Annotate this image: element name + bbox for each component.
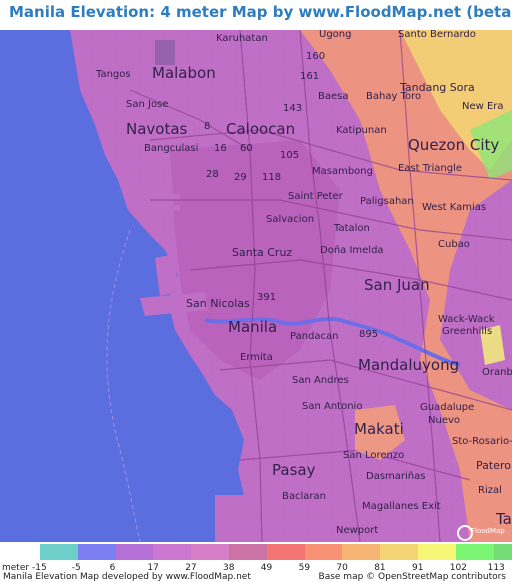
road-label: 161 (300, 71, 320, 82)
pier (135, 194, 180, 200)
place-label: Manila (228, 318, 278, 336)
legend-swatch (77, 544, 116, 560)
place-label: Nuevo (428, 415, 461, 426)
place-label: Cubao (438, 239, 470, 250)
place-label: Greenhills (442, 326, 493, 337)
place-label: Caloocan (226, 120, 296, 138)
place-label: Pandacan (290, 331, 339, 342)
place-label: Bahay Toro (366, 91, 422, 102)
place-label: San Juan (364, 276, 430, 294)
place-label: Santo Bernardo (398, 30, 476, 40)
elevation-legend: meter -15 -5 6 17 27 38 49 59 70 81 91 102 113 Manil… (0, 542, 512, 582)
place-label: Ta (496, 510, 512, 528)
fishpond (155, 40, 175, 65)
road-label: 391 (257, 292, 277, 303)
place-label: San Jose (126, 99, 169, 110)
reclaimed-land (215, 495, 255, 542)
place-label: New Era (462, 101, 504, 112)
place-label: Doña Imelda (320, 245, 384, 256)
place-label: Tatalon (334, 223, 370, 234)
legend-swatch (455, 544, 494, 560)
place-label: Guadalupe (420, 402, 475, 413)
place-label: Paligsahan (360, 196, 414, 207)
place-label: Makati (354, 420, 404, 438)
place-label: Oranbo (482, 367, 512, 378)
place-label: Masambong (312, 166, 373, 177)
place-label: San Andres (292, 375, 349, 386)
road-label: 105 (280, 150, 300, 161)
pier (140, 205, 180, 211)
legend-tick: 49 (260, 563, 273, 573)
place-label: Baesa (318, 91, 349, 102)
map-canvas (0, 30, 512, 542)
place-label: San Lorenzo (343, 450, 405, 461)
road-label: 895 (359, 329, 379, 340)
map-title: Manila Elevation: 4 meter Map by www.Flo… (9, 3, 512, 21)
place-label: Tangos (96, 69, 131, 80)
footer-attribution: Base map © OpenStreetMap contributors (318, 572, 506, 582)
place-label: Saint Peter (288, 191, 343, 202)
legend-swatch (266, 544, 305, 560)
legend-swatch (380, 544, 419, 560)
place-label: Santa Cruz (232, 246, 293, 259)
place-label: Navotas (126, 120, 188, 138)
legend-swatch (40, 544, 78, 560)
legend-swatch (342, 544, 381, 560)
legend-swatch (493, 544, 512, 560)
road-label: 60 (240, 143, 253, 154)
title-bar: Manila Elevation: 4 meter Map by www.Flo… (0, 0, 512, 30)
legend-swatch (304, 544, 343, 560)
place-label: Quezon City (408, 136, 500, 154)
place-label: Patero (476, 459, 511, 472)
legend-tick: 59 (298, 563, 311, 573)
place-label: Rizal (478, 485, 502, 496)
road-label: 29 (234, 172, 247, 183)
road-label: 118 (262, 172, 282, 183)
place-label: Wack-Wack (438, 314, 495, 325)
watermark-text: FloodMap (471, 527, 505, 535)
place-label: Baclaran (282, 491, 326, 502)
road-label: 160 (306, 51, 326, 62)
road-label: 28 (206, 169, 219, 180)
place-label: Salvacion (266, 214, 315, 225)
place-label: Mandaluyong (358, 356, 460, 374)
elevation-map[interactable]: Karuhatan Ugong Santo Bernardo 160 161 T… (0, 30, 512, 542)
legend-swatch (115, 544, 154, 560)
place-label: San Antonio (302, 401, 363, 412)
legend-swatch (153, 544, 192, 560)
place-label: Sto-Rosario- (452, 436, 512, 447)
place-label: Ugong (319, 30, 352, 40)
road-label: 143 (283, 103, 303, 114)
place-label: Bangculasi (144, 143, 199, 154)
place-label: Dasmariñas (366, 471, 426, 482)
road-label: 8 (204, 121, 211, 132)
legend-swatch (229, 544, 267, 560)
place-label: Ermita (240, 352, 273, 363)
place-label: San Nicolas (186, 297, 250, 310)
place-label: Malabon (152, 64, 216, 82)
place-label: East Triangle (398, 163, 463, 174)
place-label: West Kamias (422, 202, 487, 213)
place-label: Katipunan (336, 125, 387, 136)
footer-credit: Manila Elevation Map developed by www.Fl… (3, 572, 251, 582)
place-label: Pasay (272, 461, 316, 479)
place-label: Newport (336, 525, 379, 536)
road-label: 16 (214, 143, 227, 154)
legend-swatch (191, 544, 230, 560)
legend-swatch (418, 544, 456, 560)
place-label: Karuhatan (216, 33, 268, 44)
place-label: Magallanes Exit (362, 501, 441, 512)
